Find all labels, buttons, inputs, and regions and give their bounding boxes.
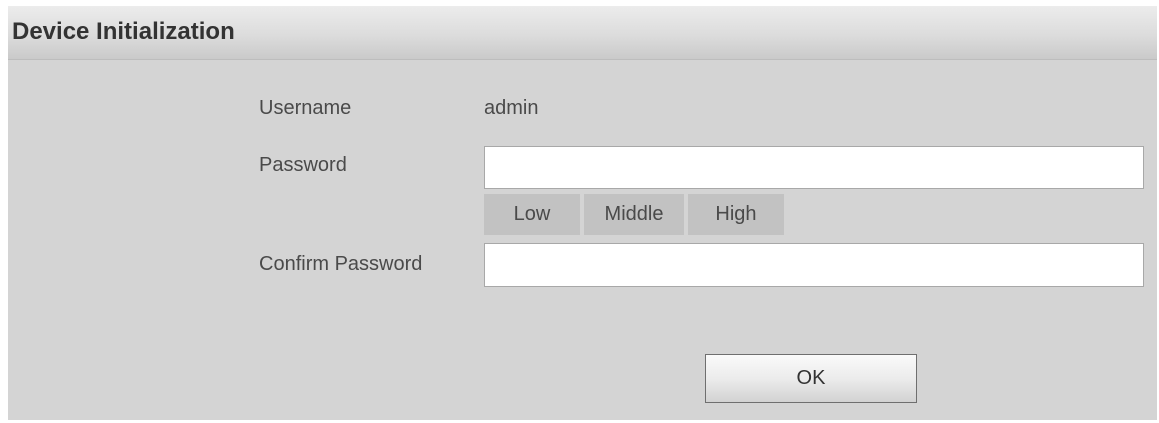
username-label: Username [259,97,352,119]
dialog-title: Device Initialization [12,18,235,45]
password-strength-meter: Low Middle High [484,194,784,235]
strength-low: Low [484,194,580,235]
ok-button[interactable]: OK [705,354,917,403]
username-value: admin [484,97,539,119]
confirm-password-input[interactable] [484,243,1144,287]
title-bar: Device Initialization [8,6,1157,60]
strength-high: High [688,194,784,235]
device-initialization-dialog: Device Initialization Username admin Pas… [8,6,1157,420]
confirm-password-label: Confirm Password [259,253,423,275]
password-label: Password [259,154,347,176]
password-input[interactable] [484,146,1144,189]
strength-middle: Middle [584,194,684,235]
